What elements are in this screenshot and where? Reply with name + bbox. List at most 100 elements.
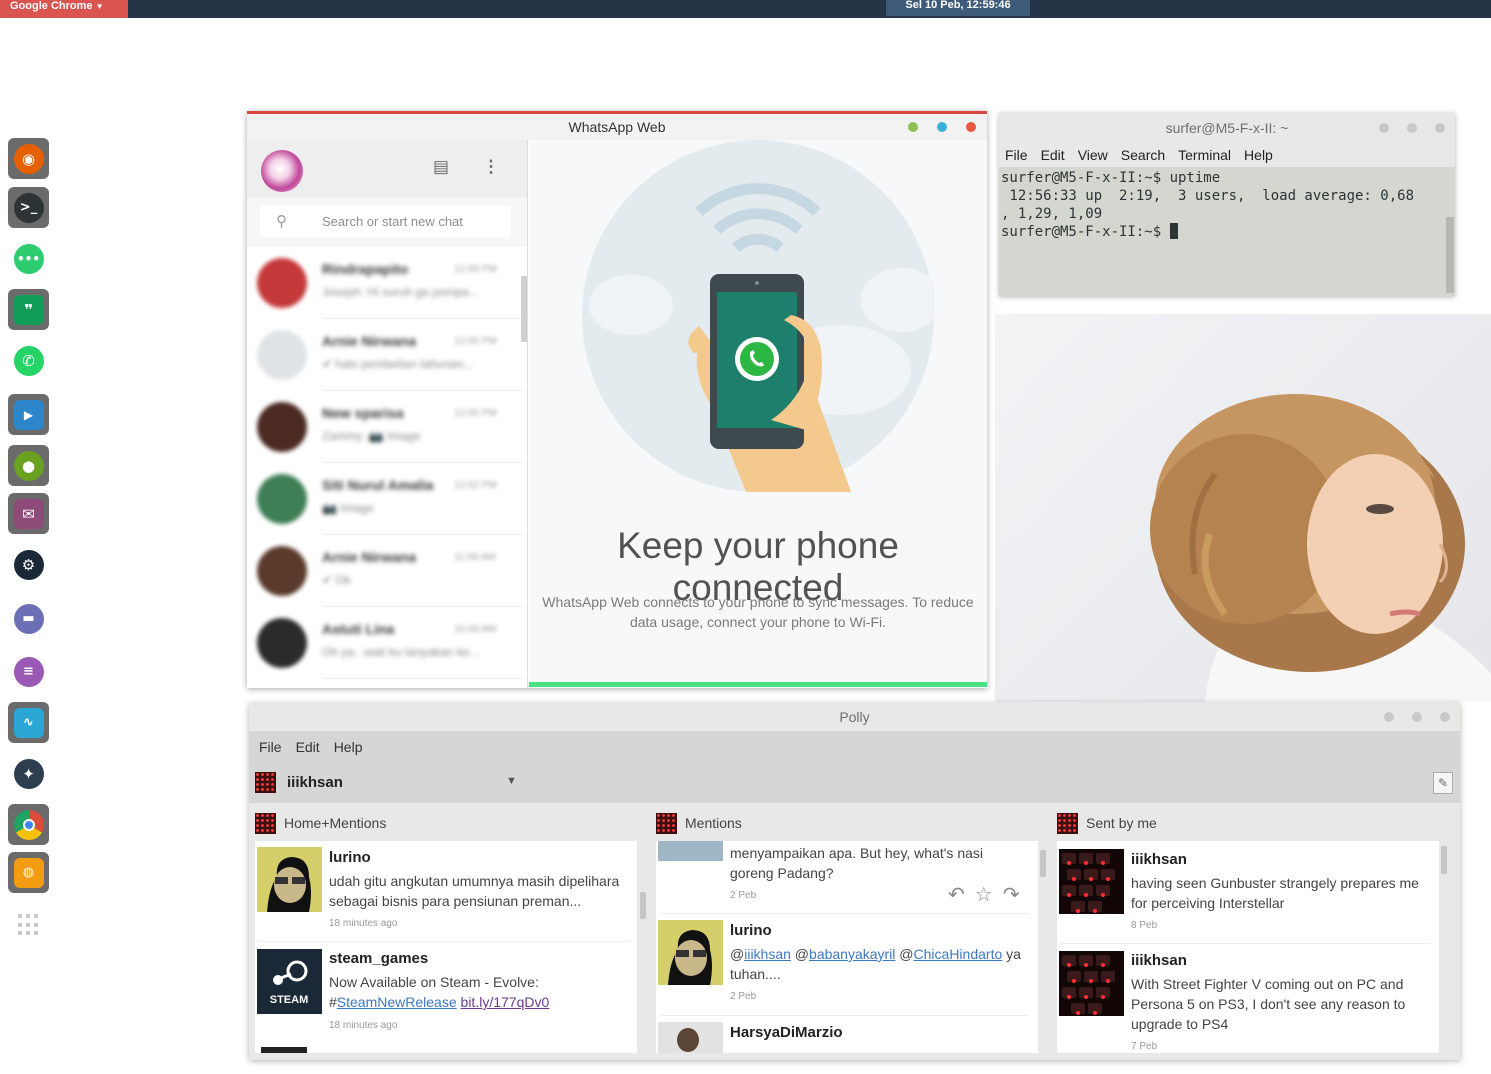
- tweet-time: 2 Peb: [730, 991, 757, 1002]
- dock-hangouts[interactable]: ❞: [8, 289, 49, 330]
- mention-link[interactable]: ChicaHindarto: [914, 946, 1003, 962]
- chat-avatar: [257, 258, 307, 308]
- timeline-scrollbar[interactable]: [1040, 850, 1046, 877]
- tweet-username[interactable]: iiikhsan: [1131, 851, 1187, 868]
- menu-terminal[interactable]: Terminal: [1178, 143, 1231, 167]
- hashtag-link[interactable]: SteamNewRelease: [337, 994, 457, 1010]
- whatsapp-titlebar[interactable]: WhatsApp Web: [247, 114, 987, 140]
- search-input[interactable]: ⚲ Search or start new chat: [260, 205, 511, 237]
- tweet-avatar[interactable]: STEAM: [257, 949, 322, 1014]
- firefox-icon: ◉: [13, 143, 44, 174]
- chat-name: New sparisa: [322, 405, 404, 421]
- clock[interactable]: Sel 10 Peb, 12:59:46: [886, 0, 1030, 16]
- tweet-username[interactable]: steam_games: [329, 950, 428, 967]
- avatar[interactable]: [261, 150, 303, 192]
- dock-firefox[interactable]: ◉: [8, 138, 49, 179]
- minimize-button[interactable]: [908, 122, 918, 132]
- tweet[interactable]: menyampaikan apa. But hey, what's nasi g…: [656, 841, 1034, 914]
- menu-icon[interactable]: ⋮: [480, 157, 502, 179]
- compose-icon[interactable]: ✎: [1433, 772, 1453, 794]
- dock-chat[interactable]: •••: [8, 238, 49, 279]
- terminal-menubar: File Edit View Search Terminal Help: [999, 143, 1455, 167]
- menu-help[interactable]: Help: [334, 731, 363, 763]
- chat-list-scrollbar[interactable]: [521, 276, 527, 342]
- polly-titlebar[interactable]: Polly: [249, 703, 1460, 731]
- chat-list-item[interactable]: Arnie Nirwana 11:58 AM ✔ Ok: [247, 535, 523, 607]
- column-title: Home+Mentions: [284, 815, 387, 831]
- terminal-output[interactable]: surfer@M5-F-x-II:~$ uptime 12:56:33 up 2…: [999, 167, 1446, 296]
- maximize-button[interactable]: [937, 122, 947, 132]
- dock-chrome[interactable]: [8, 804, 49, 845]
- chat-name: Arnie Nirwana: [322, 333, 417, 349]
- dock-mail[interactable]: ✉: [8, 493, 49, 534]
- terminal-scrollbar[interactable]: [1446, 217, 1454, 293]
- tweet-avatar[interactable]: [1059, 849, 1124, 914]
- tweet-username[interactable]: lurino: [329, 849, 371, 866]
- timeline-scrollbar[interactable]: [640, 892, 646, 919]
- dock-terminal[interactable]: >_: [8, 187, 49, 228]
- close-button[interactable]: [1440, 712, 1450, 722]
- dock-media-player[interactable]: ▶: [8, 394, 49, 435]
- maximize-button[interactable]: [1407, 123, 1417, 133]
- chat-list-item[interactable]: Astuti Lina 10:48 AM Oh ya.. wait ku tan…: [247, 607, 523, 679]
- files-icon: ▬: [13, 603, 44, 634]
- tweet-username[interactable]: HarsyaDiMarzio: [730, 1024, 843, 1041]
- dock-whatsapp[interactable]: ✆: [8, 340, 49, 381]
- mention-link[interactable]: iiikhsan: [744, 946, 791, 962]
- menu-edit[interactable]: Edit: [296, 731, 320, 763]
- dock-software-center[interactable]: ◍: [8, 852, 49, 893]
- maximize-button[interactable]: [1412, 712, 1422, 722]
- mention-link[interactable]: babanyakayril: [809, 946, 895, 962]
- tweet-avatar[interactable]: [1059, 951, 1124, 1016]
- minimize-button[interactable]: [1384, 712, 1394, 722]
- tweet[interactable]: STEAM steam_games Now Available on Steam…: [255, 942, 633, 1052]
- tweet-username[interactable]: lurino: [730, 922, 772, 939]
- url-link[interactable]: bit.ly/177qDv0: [461, 994, 550, 1010]
- chevron-down-icon[interactable]: ▼: [506, 775, 517, 787]
- tweet[interactable]: lurino @iiikhsan @babanyakayril @ChicaHi…: [656, 914, 1034, 1016]
- favorite-icon[interactable]: ☆: [975, 882, 993, 907]
- tweet-username[interactable]: iiikhsan: [1131, 952, 1187, 969]
- menu-help[interactable]: Help: [1244, 143, 1273, 167]
- tweet-avatar[interactable]: [658, 1022, 723, 1053]
- tweet-avatar[interactable]: [658, 920, 723, 985]
- dock-steam[interactable]: ⚙: [8, 544, 49, 585]
- chat-list-item[interactable]: Rindrapapito 12:58 PM Joseph: Hi suruh g…: [247, 247, 523, 319]
- tweet-avatar[interactable]: [257, 847, 322, 912]
- tweet[interactable]: lurino udah gitu angkutan umumnya masih …: [255, 841, 633, 942]
- chat-time: 10:48 AM: [454, 624, 497, 635]
- minimize-button[interactable]: [1379, 123, 1389, 133]
- dock-text-editor[interactable]: ≡: [8, 651, 49, 692]
- account-selector[interactable]: iiikhsan ▼ ✎: [249, 763, 1460, 803]
- timeline-scrollbar[interactable]: [1441, 846, 1447, 874]
- app-menu[interactable]: Google Chrome ▼: [0, 0, 128, 18]
- menu-file[interactable]: File: [1005, 143, 1028, 167]
- kodi-icon: ✦: [13, 758, 44, 789]
- dock-system-monitor[interactable]: ∿: [8, 702, 49, 743]
- close-button[interactable]: [966, 122, 976, 132]
- terminal-titlebar[interactable]: surfer@M5-F-x-II: ~: [999, 113, 1455, 143]
- steam-avatar-label: STEAM: [270, 994, 309, 1006]
- new-chat-icon[interactable]: ▤: [430, 157, 452, 179]
- chat-list-item[interactable]: Siti Nurul Amalia 12:52 PM 📷 Image: [247, 463, 523, 535]
- tweet[interactable]: iiikhsan having seen Gunbuster strangely…: [1057, 841, 1435, 944]
- show-apps-icon[interactable]: [18, 914, 40, 936]
- dock-app[interactable]: ●: [8, 445, 49, 486]
- chat-avatar: [257, 402, 307, 452]
- chat-avatar: [257, 330, 307, 380]
- close-button[interactable]: [1435, 123, 1445, 133]
- menu-search[interactable]: Search: [1121, 143, 1165, 167]
- tweet-text: @iiikhsan @babanyakayril @ChicaHindarto …: [730, 946, 1021, 982]
- tweet[interactable]: HarsyaDiMarzio: [656, 1016, 1034, 1053]
- chat-list-item[interactable]: Arnie Nirwana 12:55 PM ✔ halo pembelian …: [247, 319, 523, 391]
- chat-list-item[interactable]: New sparisa 12:55 PM Zammy: 📷 Image: [247, 391, 523, 463]
- menu-edit[interactable]: Edit: [1041, 143, 1065, 167]
- menu-file[interactable]: File: [259, 731, 282, 763]
- dock-kodi[interactable]: ✦: [8, 753, 49, 794]
- retweet-icon[interactable]: ↷: [1003, 882, 1020, 907]
- dock-files[interactable]: ▬: [8, 598, 49, 639]
- menu-view[interactable]: View: [1078, 143, 1108, 167]
- reply-icon[interactable]: ↶: [948, 882, 965, 907]
- tweet-avatar[interactable]: [658, 841, 723, 861]
- tweet[interactable]: iiikhsan With Street Fighter V coming ou…: [1057, 944, 1435, 1053]
